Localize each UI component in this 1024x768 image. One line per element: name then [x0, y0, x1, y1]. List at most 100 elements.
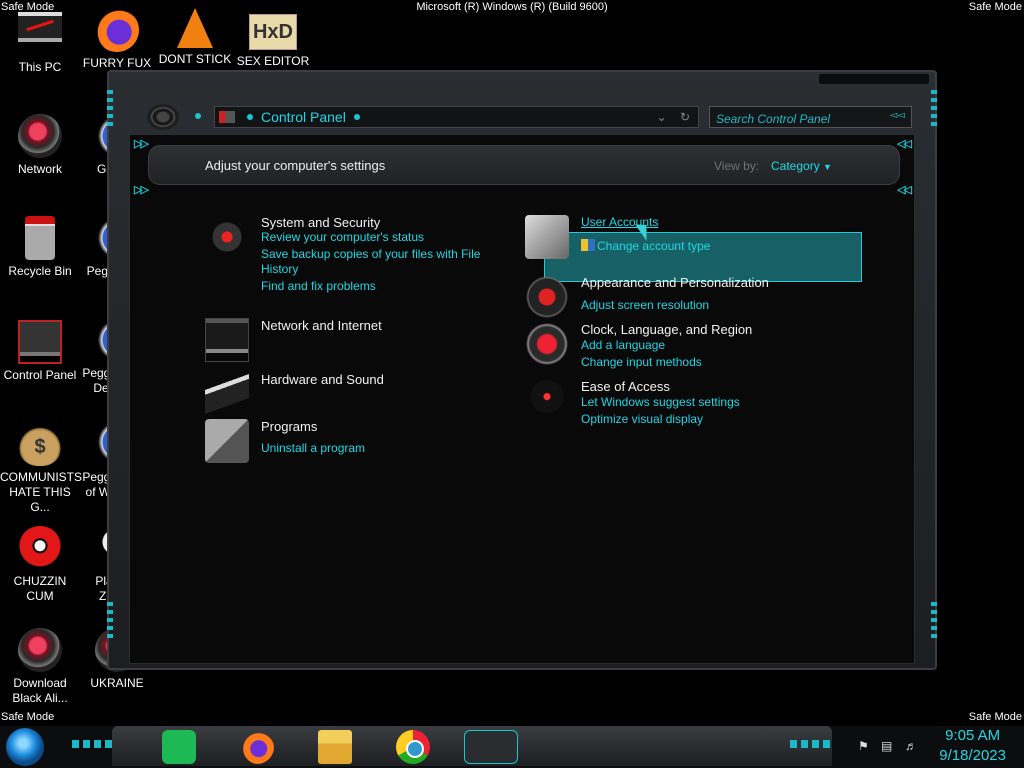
category-title[interactable]: Programs: [261, 419, 317, 434]
category-title[interactable]: Network and Internet: [261, 318, 382, 333]
view-by-value: Category: [771, 159, 820, 173]
desktop-icon-furry-fux[interactable]: FURRY FUX: [77, 8, 157, 71]
link-change-account-type[interactable]: Change account type: [597, 239, 710, 254]
desktop-icon-label: DONT STICK: [158, 52, 232, 66]
link-uninstall[interactable]: Uninstall a program: [261, 441, 365, 456]
link-optimize-display[interactable]: Optimize visual display: [581, 412, 703, 427]
category-clock-region: Clock, Language, and Region Add a langua…: [525, 322, 825, 372]
computer-icon: [18, 12, 62, 56]
link-input-methods[interactable]: Change input methods: [581, 355, 702, 370]
header-banner: Adjust your computer's settings View by:…: [148, 145, 900, 185]
taskbar-accent: [72, 740, 112, 748]
network-monitor-icon[interactable]: [205, 318, 249, 362]
desktop-icon-control-panel[interactable]: Control Panel: [0, 320, 80, 383]
control-panel-task-icon[interactable]: [464, 730, 518, 764]
appearance-icon[interactable]: [525, 275, 569, 319]
chevron-down-icon[interactable]: ⌄: [657, 110, 667, 124]
frame-chevron-icon: ▷▷: [134, 138, 149, 150]
desktop-icon-download-black[interactable]: Download Black Ali...: [0, 628, 80, 706]
network-icon: [18, 628, 62, 672]
link-screen-resolution[interactable]: Adjust screen resolution: [581, 298, 709, 313]
frame-accent: [107, 602, 113, 642]
firefox-icon[interactable]: [240, 730, 274, 764]
clock-globe-icon[interactable]: [525, 322, 569, 366]
spotify-icon[interactable]: [162, 730, 196, 764]
dropdown-arrow-icon: ▼: [823, 162, 832, 172]
chrome-icon[interactable]: [396, 730, 430, 764]
address-bar[interactable]: Control Panel ⌄ ↻: [214, 106, 699, 128]
category-hardware-sound: Hardware and Sound: [205, 372, 505, 416]
category-ease-of-access: Ease of Access Let Windows suggest setti…: [525, 379, 825, 429]
breadcrumb-separator-icon[interactable]: [353, 114, 360, 120]
desktop-icon-label: UKRAINE: [90, 676, 144, 690]
category-title[interactable]: Ease of Access: [581, 379, 670, 394]
link-review-status[interactable]: Review your computer's status: [261, 230, 424, 245]
link-suggest-settings[interactable]: Let Windows suggest settings: [581, 395, 740, 410]
link-add-language[interactable]: Add a language: [581, 338, 665, 353]
clock-time: 9:05 AM: [945, 727, 1001, 744]
firefox-icon: [95, 8, 139, 52]
hex-editor-icon: HxD: [249, 14, 297, 50]
search-input[interactable]: [716, 112, 876, 126]
desktop-icon-label: Download Black Ali...: [12, 676, 68, 705]
breadcrumb-control-panel[interactable]: Control Panel: [261, 109, 346, 125]
desktop-icon-label: This PC: [18, 60, 62, 74]
search-chevron-icon: ◅◅: [889, 110, 905, 121]
network-status-icon[interactable]: ▤: [881, 739, 892, 753]
control-panel-small-icon: [219, 111, 235, 123]
desktop-icon-this-pc[interactable]: This PC: [0, 12, 80, 75]
control-panel-window: Control Panel ⌄ ↻ ◅◅ ▷▷ ◁◁ ▷▷ ◁◁ Adjust …: [107, 70, 937, 670]
desktop-icon-label: SEX EDITOR: [236, 54, 310, 68]
link-find-fix[interactable]: Find and fix problems: [261, 279, 376, 294]
security-shield-icon[interactable]: [205, 215, 249, 259]
clock-date: 9/18/2023: [939, 747, 1006, 764]
file-explorer-icon[interactable]: [318, 730, 352, 764]
system-clock[interactable]: 9:05 AM 9/18/2023: [939, 726, 1006, 766]
money-bag-icon: $: [18, 422, 62, 466]
link-file-history[interactable]: Save backup copies of your files with Fi…: [261, 247, 491, 277]
content-pane: ▷▷ ◁◁ ▷▷ ◁◁ Adjust your computer's setti…: [129, 134, 915, 664]
start-button[interactable]: [6, 728, 44, 766]
category-appearance: Appearance and Personalization Adjust sc…: [525, 275, 825, 319]
frame-chevron-icon: ◁◁: [897, 138, 912, 150]
shield-small-icon: [581, 239, 595, 251]
vlc-icon: [177, 8, 213, 48]
page-title: Adjust your computer's settings: [205, 158, 386, 173]
programs-box-icon[interactable]: [205, 419, 249, 463]
taskbar-rail: [112, 726, 832, 766]
frame-accent: [931, 602, 937, 642]
back-button[interactable]: [147, 104, 179, 130]
category-system-security: System and Security Review your computer…: [205, 215, 505, 295]
forward-indicator-icon: [195, 113, 201, 119]
control-panel-icon: [18, 320, 62, 364]
category-programs: Programs Uninstall a program: [205, 419, 505, 463]
title-bar-strip[interactable]: [819, 74, 929, 84]
refresh-icon[interactable]: ↻: [680, 110, 690, 124]
frame-accent: [107, 90, 113, 130]
category-title[interactable]: System and Security: [261, 215, 380, 230]
address-controls: ⌄ ↻: [657, 110, 690, 124]
ease-of-access-icon[interactable]: [525, 379, 569, 423]
chuzzle-icon: [18, 526, 62, 570]
safe-mode-label: Safe Mode: [968, 1, 1022, 13]
recycle-bin-icon: [25, 216, 55, 260]
volume-muted-icon[interactable]: ♬: [905, 739, 917, 753]
flag-icon[interactable]: ⚑: [858, 739, 869, 753]
frame-chevron-icon: ◁◁: [897, 184, 912, 196]
desktop-icon-recycle-bin[interactable]: Recycle Bin: [0, 216, 80, 279]
category-title[interactable]: Appearance and Personalization: [581, 275, 769, 290]
network-icon: [18, 114, 62, 158]
desktop-icon-chuzzin[interactable]: CHUZZIN CUM: [0, 526, 80, 604]
desktop-icon-network[interactable]: Network: [0, 114, 80, 177]
user-accounts-icon[interactable]: [525, 215, 569, 259]
category-title[interactable]: Clock, Language, and Region: [581, 322, 752, 337]
desktop-icon-sex-editor[interactable]: HxD SEX EDITOR: [233, 8, 313, 69]
breadcrumb-separator-icon: [247, 114, 253, 120]
category-user-accounts: User Accounts Change account type: [525, 215, 825, 261]
search-box[interactable]: ◅◅: [709, 106, 912, 128]
hardware-icon[interactable]: [205, 372, 249, 416]
desktop-icon-dont-stick[interactable]: DONT STICK: [155, 8, 235, 67]
desktop-icon-communists[interactable]: $ COMMUNISTS HATE THIS G...: [0, 422, 82, 515]
view-by-dropdown[interactable]: Category ▼: [771, 159, 832, 173]
category-title[interactable]: Hardware and Sound: [261, 372, 384, 387]
